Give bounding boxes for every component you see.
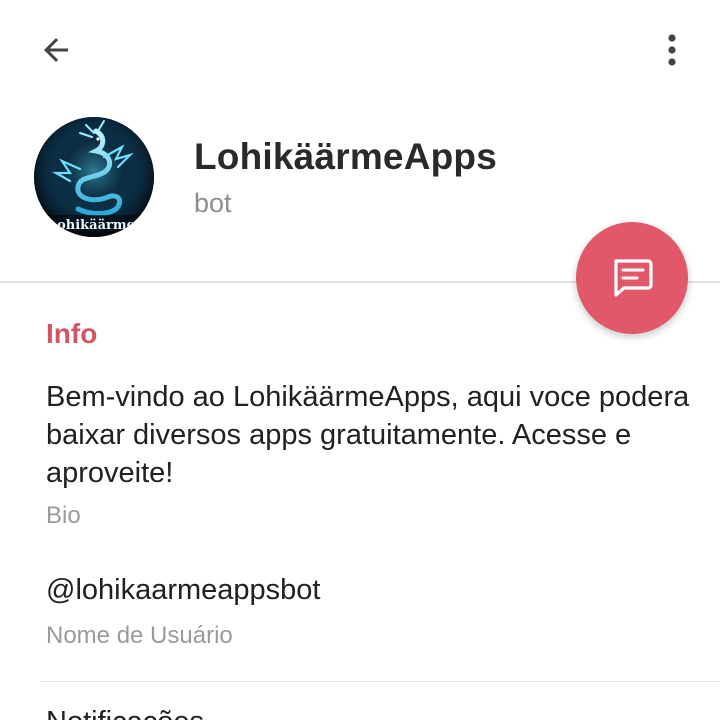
info-divider — [40, 681, 720, 682]
section-title-info: Info — [46, 318, 98, 349]
profile-screen: ohikäärme LohikäärmeApps bot Info Bem-vi… — [0, 0, 720, 720]
profile-status: bot — [194, 188, 232, 218]
avatar[interactable]: ohikäärme — [34, 117, 154, 237]
bio-text[interactable]: Bem-vindo ao LohikäärmeApps, aqui voce p… — [46, 378, 696, 492]
message-icon — [614, 259, 653, 297]
profile-name: LohikäärmeApps — [194, 136, 497, 177]
svg-text:ohikäärme: ohikäärme — [57, 218, 135, 233]
bio-label: Bio — [46, 502, 81, 529]
top-bar — [0, 0, 720, 100]
notifications-row[interactable]: Notificações — [46, 706, 204, 720]
back-button[interactable] — [28, 22, 84, 78]
arrow-left-icon — [44, 38, 68, 62]
dragon-logo: ohikäärme — [34, 117, 154, 237]
more-options-button[interactable] — [646, 22, 698, 78]
more-vertical-icon — [668, 34, 676, 66]
send-message-button[interactable] — [576, 222, 688, 334]
username-label: Nome de Usuário — [46, 622, 233, 649]
username-value[interactable]: @lohikaarmeappsbot — [46, 574, 320, 607]
